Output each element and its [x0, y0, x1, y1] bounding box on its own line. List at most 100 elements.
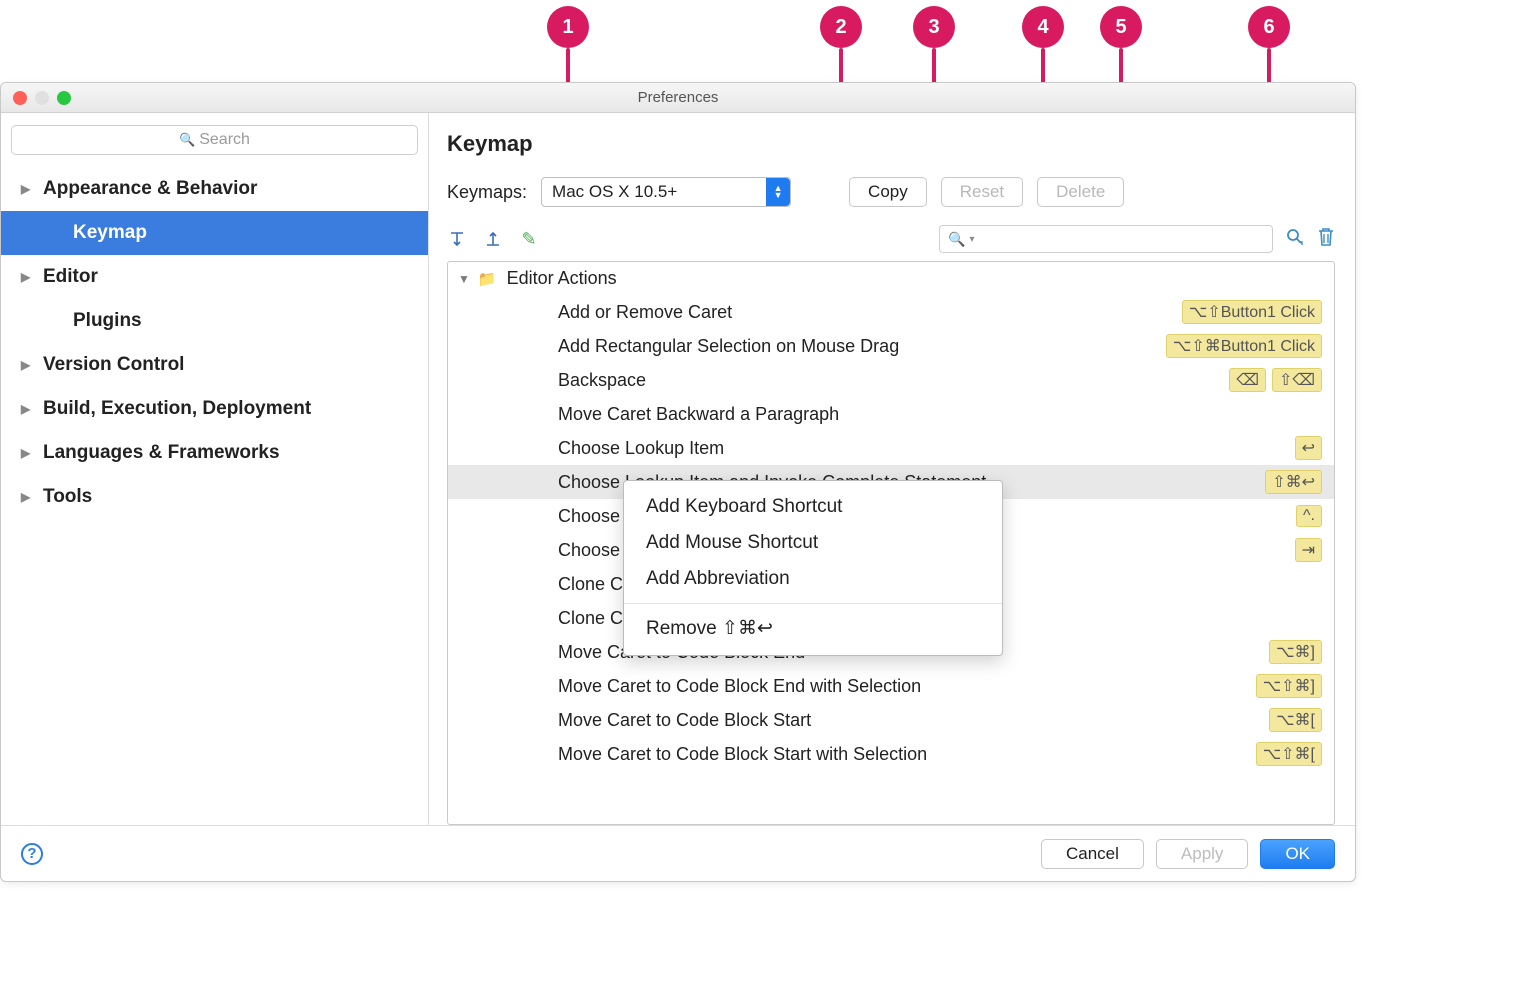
sidebar-item-plugins[interactable]: Plugins [1, 299, 428, 343]
shortcut-group: ⌥⇧⌘Button1 Click [1166, 334, 1322, 358]
action-row[interactable]: Add or Remove Caret ⌥⇧Button1 Click [448, 295, 1334, 329]
ctx-add-abbreviation[interactable]: Add Abbreviation [624, 561, 1002, 597]
annotation-callouts: 1 2 3 4 5 6 [0, 0, 1536, 90]
shortcut-group: ⌥⇧⌘] [1256, 674, 1322, 698]
apply-button[interactable]: Apply [1156, 839, 1249, 869]
expand-all-icon[interactable] [447, 229, 467, 249]
action-row[interactable]: Backspace ⌫⇧⌫ [448, 363, 1334, 397]
collapse-all-icon[interactable] [483, 229, 503, 249]
reset-button[interactable]: Reset [941, 177, 1023, 207]
sidebar-item-label: Appearance & Behavior [43, 178, 257, 200]
disclosure-triangle-icon[interactable]: ▼ [458, 272, 470, 286]
callout-2: 2 [820, 6, 862, 48]
action-row[interactable]: Move Caret to Code Block Start ⌥⌘[ [448, 703, 1334, 737]
search-input[interactable]: Search [11, 125, 418, 155]
keymap-search[interactable]: 🔍▾ [939, 225, 1273, 253]
disclosure-arrow-icon: ▶ [21, 358, 37, 372]
action-label: Move Caret to Code Block End with Select… [558, 676, 921, 697]
main-panel: Keymap Keymaps: Mac OS X 10.5+ ▲▼ Copy R… [429, 113, 1355, 825]
dialog-footer: ? Cancel Apply OK [1, 825, 1355, 881]
shortcut-badge: ⇧⌘↩ [1265, 470, 1322, 494]
preferences-window: Preferences Search ▶ Appearance & Behavio… [0, 82, 1356, 882]
keymaps-label: Keymaps: [447, 182, 527, 203]
titlebar: Preferences [1, 83, 1355, 113]
sidebar-item-label: Build, Execution, Deployment [43, 398, 311, 420]
callout-5: 5 [1100, 6, 1142, 48]
sidebar-item-version-control[interactable]: ▶ Version Control [1, 343, 428, 387]
delete-button[interactable]: Delete [1037, 177, 1124, 207]
folder-icon: 📁 [478, 270, 497, 288]
shortcut-badge: ⌫ [1229, 368, 1266, 392]
shortcut-group: ⌥⌘] [1269, 640, 1322, 664]
disclosure-arrow-icon: ▶ [21, 446, 37, 460]
action-label: Move Caret to Code Block Start with Sele… [558, 744, 927, 765]
sidebar: Search ▶ Appearance & Behavior Keymap ▶ Edit… [1, 113, 429, 825]
shortcut-group: ⌥⇧Button1 Click [1182, 300, 1322, 324]
ctx-add-mouse-shortcut[interactable]: Add Mouse Shortcut [624, 525, 1002, 561]
sidebar-item-label: Keymap [73, 222, 147, 244]
sidebar-item-languages-frameworks[interactable]: ▶ Languages & Frameworks [1, 431, 428, 475]
action-row[interactable]: Add Rectangular Selection on Mouse Drag ⌥… [448, 329, 1334, 363]
disclosure-arrow-icon: ▶ [21, 402, 37, 416]
ok-button[interactable]: OK [1260, 839, 1335, 869]
callout-4: 4 [1022, 6, 1064, 48]
cancel-button[interactable]: Cancel [1041, 839, 1144, 869]
action-label: Move Caret to Code Block Start [558, 710, 811, 731]
shortcut-badge: ⌥⌘] [1269, 640, 1322, 664]
window-title: Preferences [1, 89, 1355, 106]
action-label: Choose Lookup Item [558, 438, 724, 459]
shortcut-badge: ⌥⇧Button1 Click [1182, 300, 1322, 324]
action-row[interactable]: Move Caret Backward a Paragraph [448, 397, 1334, 431]
sidebar-item-label: Languages & Frameworks [43, 442, 280, 464]
shortcut-badge: ⌥⌘[ [1269, 708, 1322, 732]
callout-1: 1 [547, 6, 589, 48]
callout-6: 6 [1248, 6, 1290, 48]
callout-3: 3 [913, 6, 955, 48]
copy-button[interactable]: Copy [849, 177, 927, 207]
shortcut-badge: ↩ [1295, 436, 1322, 460]
page-title: Keymap [447, 131, 1335, 157]
disclosure-arrow-icon: ▶ [21, 270, 37, 284]
trash-icon[interactable] [1317, 227, 1335, 252]
disclosure-arrow-icon: ▶ [21, 182, 37, 196]
sidebar-item-label: Version Control [43, 354, 184, 376]
sidebar-item-keymap[interactable]: Keymap [1, 211, 428, 255]
action-label: Backspace [558, 370, 646, 391]
sidebar-nav: ▶ Appearance & Behavior Keymap ▶ Editor Plugi… [1, 165, 428, 825]
search-icon: 🔍 [948, 231, 965, 248]
shortcut-badge: ⇧⌫ [1272, 368, 1322, 392]
shortcut-group: ⌥⌘[ [1269, 708, 1322, 732]
sidebar-item-tools[interactable]: ▶Tools [1, 475, 428, 519]
action-label: Add Rectangular Selection on Mouse Drag [558, 336, 899, 357]
sidebar-item-label: Editor [43, 266, 98, 288]
keymap-select[interactable]: Mac OS X 10.5+ ▲▼ [541, 177, 791, 207]
action-label: Move Caret Backward a Paragraph [558, 404, 839, 425]
sidebar-item-build-execution-deployment[interactable]: ▶ Build, Execution, Deployment [1, 387, 428, 431]
action-label: Add or Remove Caret [558, 302, 732, 323]
shortcut-badge: ⌥⇧⌘Button1 Click [1166, 334, 1322, 358]
action-tree[interactable]: ▼ 📁 Editor Actions Add or Remove Caret ⌥⇧… [447, 261, 1335, 825]
help-button[interactable]: ? [21, 843, 43, 865]
sidebar-item-label: Tools [43, 486, 92, 508]
find-by-shortcut-icon[interactable] [1285, 227, 1305, 252]
sidebar-item-appearance-behavior[interactable]: ▶ Appearance & Behavior [1, 167, 428, 211]
ctx-remove-shortcut[interactable]: Remove ⇧⌘↩ [624, 610, 1002, 647]
action-row[interactable]: Move Caret to Code Block Start with Sele… [448, 737, 1334, 771]
shortcut-group: ⌫⇧⌫ [1229, 368, 1322, 392]
shortcut-group: ↩ [1295, 436, 1322, 460]
sidebar-item-editor[interactable]: ▶ Editor [1, 255, 428, 299]
edit-icon[interactable]: ✎ [519, 229, 539, 249]
shortcut-badge: ⇥ [1295, 538, 1322, 562]
action-row[interactable]: Move Caret to Code Block End with Select… [448, 669, 1334, 703]
shortcut-group: ⇥ [1295, 538, 1322, 562]
chevron-updown-icon: ▲▼ [766, 178, 790, 206]
action-row[interactable]: Choose Lookup Item ↩ [448, 431, 1334, 465]
tree-group-label: Editor Actions [507, 268, 617, 289]
shortcut-badge: ⌥⇧⌘] [1256, 674, 1322, 698]
context-menu: Add Keyboard Shortcut Add Mouse Shortcut… [623, 480, 1003, 656]
tree-group-header[interactable]: ▼ 📁 Editor Actions [448, 262, 1334, 295]
keymap-selected-value: Mac OS X 10.5+ [552, 182, 677, 202]
ctx-add-keyboard-shortcut[interactable]: Add Keyboard Shortcut [624, 489, 1002, 525]
shortcut-badge: ^. [1296, 505, 1322, 527]
shortcut-group: ^. [1296, 505, 1322, 527]
